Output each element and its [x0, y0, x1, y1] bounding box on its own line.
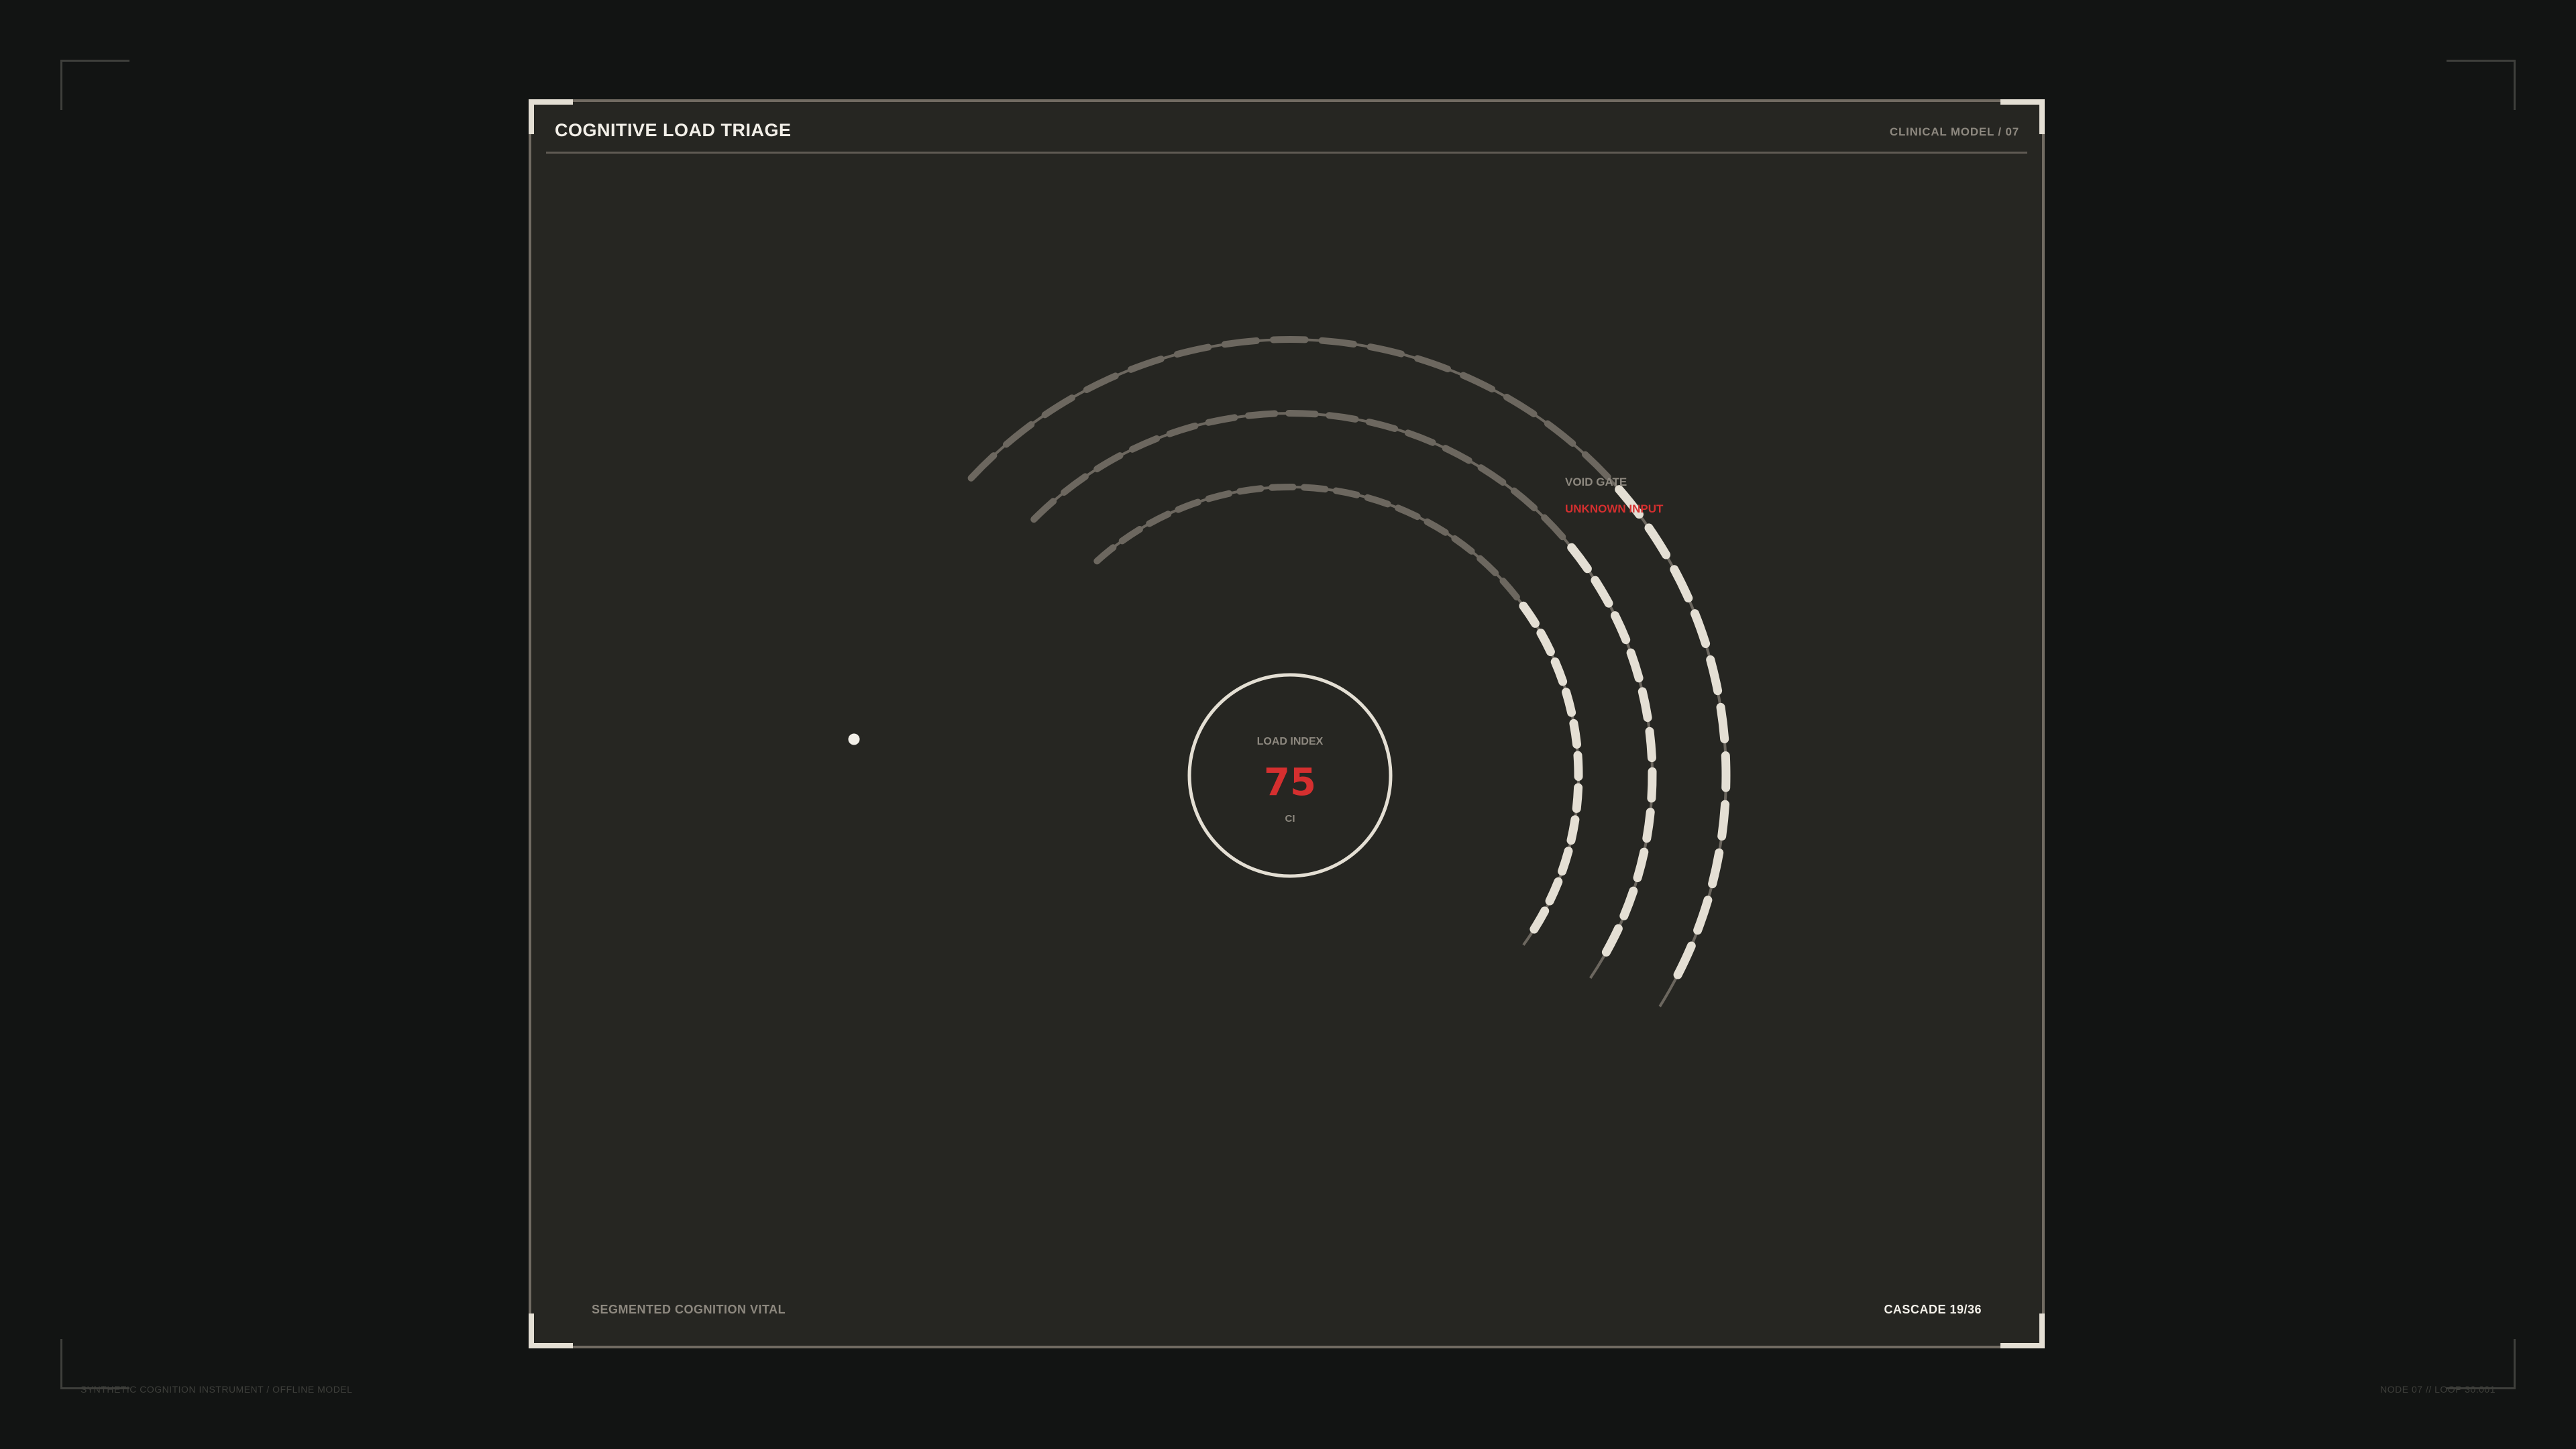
load-index-label: LOAD INDEX [1257, 736, 1324, 747]
ring-segment-middle [1642, 808, 1655, 843]
ring-segment-outer [1644, 523, 1671, 559]
load-index-unit: CI [1285, 813, 1295, 824]
ring-segment-inner [1332, 487, 1360, 498]
ring-track-middle [1032, 412, 1654, 979]
ring-segment-outer [1716, 702, 1729, 744]
unknown-input-status: UNKNOWN INPUT [1565, 502, 1664, 515]
ring-segment-inner [1566, 815, 1580, 845]
ring-segment-middle [1645, 727, 1656, 763]
void-gate-label: VOID GATE [1565, 476, 1627, 488]
frame-corner-top-left [60, 60, 129, 110]
instrument-caption: SYNTHETIC COGNITION INSTRUMENT / OFFLINE… [80, 1384, 353, 1395]
ring-segment-middle [1093, 452, 1124, 473]
ring-segment-inner [1118, 526, 1143, 545]
ring-segment-outer [1670, 565, 1693, 603]
ring-segment-inner [1477, 555, 1499, 577]
ring-segment-middle [1061, 473, 1089, 496]
ring-segment-outer [1706, 655, 1723, 696]
ring-segment-inner [1451, 535, 1475, 555]
ring-segment-middle [1510, 487, 1538, 512]
ring-segment-inner [1519, 601, 1540, 628]
ring-segment-outer [1673, 941, 1696, 979]
ring-segment-outer [1721, 751, 1731, 792]
ring-segment-inner [1093, 544, 1117, 565]
ring-segment-middle [1205, 414, 1238, 426]
ring-segment-outer [1041, 394, 1075, 419]
ring-segment-middle [1365, 419, 1399, 432]
ring-segment-outer [1003, 421, 1035, 448]
ring-segment-inner [1550, 657, 1568, 686]
ring-segment-outer [1503, 394, 1538, 418]
ring-segment-outer [1221, 337, 1260, 348]
ring-segment-outer [1690, 609, 1711, 648]
ring-segment-inner [1301, 484, 1329, 493]
ring-segment-outer [1582, 451, 1611, 480]
ring-segment-middle [1633, 847, 1649, 882]
ring-segment-middle [1326, 412, 1359, 423]
ring-segment-middle [1030, 498, 1057, 523]
ring-segment-inner [1558, 847, 1573, 876]
ring-segment-inner [1529, 906, 1550, 934]
ring-segment-middle [1442, 445, 1472, 464]
ring-segment-inner [1572, 783, 1583, 813]
ring-segment-inner [1562, 688, 1576, 717]
ring-segment-inner [1424, 518, 1449, 536]
ring-segment-inner [1499, 578, 1520, 601]
triage-panel: COGNITIVE LOAD TRIAGE CLINICAL MODEL / 0… [529, 99, 2045, 1348]
ring-segment-middle [1591, 576, 1613, 608]
ring-segment-outer [1318, 337, 1357, 347]
ring-segment-outer [1717, 800, 1730, 841]
ring-segment-inner [1269, 483, 1297, 491]
ring-segment-middle [1166, 422, 1199, 437]
ring-segment-middle [1129, 435, 1161, 453]
ring-segment-middle [1567, 543, 1592, 574]
ring-segment-outer [1544, 420, 1576, 447]
gauge-position-marker [845, 730, 863, 749]
ring-segment-middle [1541, 514, 1566, 541]
ring-segment-middle [1244, 410, 1279, 419]
ring-segment-middle [1477, 464, 1507, 486]
ring-segment-outer [1708, 848, 1724, 889]
ring-segment-middle [1611, 611, 1631, 645]
ring-segment-outer [1127, 356, 1165, 373]
ring-track-inner [1095, 485, 1580, 946]
ring-segment-outer [1460, 372, 1496, 392]
ring-segment-middle [1601, 924, 1623, 957]
ring-track-outer [970, 338, 1727, 1008]
ring-segment-outer [1414, 355, 1452, 372]
ring-segment-inner [1205, 490, 1233, 502]
ring-segment-middle [1638, 687, 1652, 722]
ring-segment-inner [1364, 494, 1391, 508]
frame-corner-bottom-left [60, 1339, 129, 1389]
load-index-value: 75 [1264, 761, 1316, 804]
ring-segment-inner [1545, 877, 1563, 906]
ring-segment-inner [1175, 498, 1201, 513]
segmented-load-gauge: LOAD INDEX 75 CI VOID GATE UNKNOWN INPUT [845, 336, 1731, 1008]
frame-corner-bottom-right [2447, 1339, 2516, 1389]
vital-label: SEGMENTED COGNITION VITAL [592, 1303, 786, 1316]
ring-segment-middle [1404, 429, 1436, 446]
ring-segment-outer [1083, 372, 1119, 393]
ring-segment-outer [967, 452, 998, 482]
ring-segment-inner [1569, 718, 1581, 749]
ring-segment-outer [1173, 343, 1212, 358]
ring-segment-inner [1146, 511, 1172, 527]
gauge-rings [967, 336, 1731, 1008]
cascade-counter: CASCADE 19/36 [1884, 1303, 1982, 1316]
ring-segment-outer [1693, 896, 1713, 935]
ring-segment-middle [1285, 409, 1319, 418]
ring-segment-inner [1395, 504, 1421, 521]
ring-segment-inner [1536, 629, 1555, 657]
ring-segment-inner [1236, 485, 1265, 495]
node-caption: NODE 07 // LOOP 30.001 [2380, 1384, 2496, 1395]
ring-segment-middle [1619, 886, 1638, 920]
ring-segment-middle [1626, 648, 1644, 683]
frame-corner-top-right [2447, 60, 2516, 110]
ring-segment-outer [1366, 343, 1405, 358]
